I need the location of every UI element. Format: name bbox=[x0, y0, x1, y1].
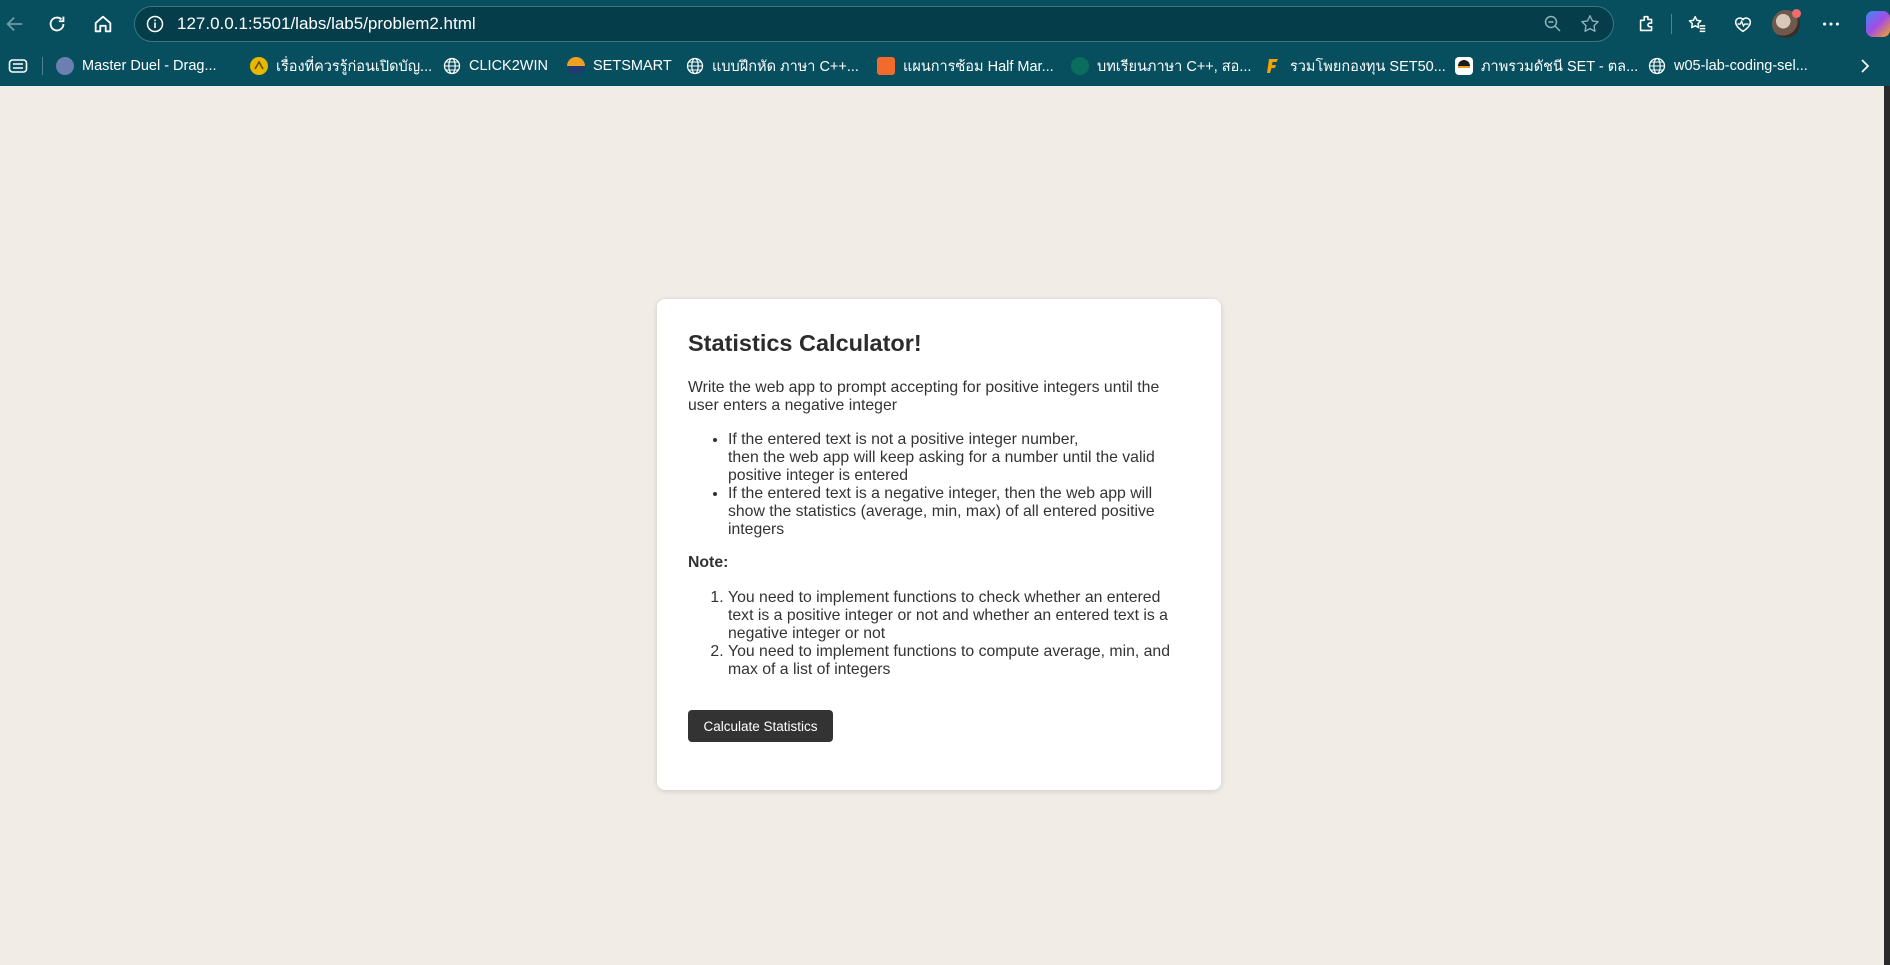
list-item: If the entered text is a negative intege… bbox=[728, 485, 1188, 539]
bookmark-click2win[interactable]: CLICK2WIN bbox=[443, 56, 548, 76]
bookmarks-bar: Master Duel - Drag... เรื่องที่ควรรู้ก่อ… bbox=[0, 48, 1890, 84]
extensions-icon[interactable] bbox=[1632, 9, 1662, 39]
globe-icon bbox=[686, 57, 704, 75]
list-item-text: If the entered text is not a positive in… bbox=[728, 431, 1079, 448]
back-icon[interactable] bbox=[0, 9, 30, 39]
bookmark-label: SETSMART bbox=[593, 58, 672, 74]
bookmark-label: ภาพรวมดัชนี SET - ตล... bbox=[1481, 58, 1639, 75]
bookmark-set50-fund[interactable]: รวมโพยกองทุน SET50... bbox=[1264, 56, 1446, 76]
page-title: Statistics Calculator! bbox=[688, 330, 922, 356]
requirements-list: If the entered text is not a positive in… bbox=[688, 431, 1188, 539]
intro-text: Write the web app to prompt accepting fo… bbox=[688, 379, 1160, 414]
bookmarks-divider bbox=[42, 57, 43, 75]
home-icon[interactable] bbox=[88, 9, 118, 39]
copilot-icon[interactable] bbox=[1866, 11, 1890, 37]
bookmark-label: บทเรียนภาษา C++, สอ... bbox=[1097, 58, 1252, 75]
bookmark-label: รวมโพยกองทุน SET50... bbox=[1290, 58, 1446, 75]
favorite-star-icon[interactable] bbox=[1579, 13, 1601, 35]
browser-toolbar: 127.0.0.1:5501/labs/lab5/problem2.html bbox=[0, 0, 1890, 48]
address-bar[interactable]: 127.0.0.1:5501/labs/lab5/problem2.html bbox=[134, 6, 1614, 42]
bookmark-set-index[interactable]: ภาพรวมดัชนี SET - ตล... bbox=[1455, 56, 1638, 76]
browser-chrome: 127.0.0.1:5501/labs/lab5/problem2.html M… bbox=[0, 0, 1890, 86]
bookmark-label: เรื่องที่ควรรู้ก่อนเปิดบัญ... bbox=[276, 58, 433, 75]
fund-icon bbox=[1264, 57, 1282, 75]
bookmark-setsmart[interactable]: SETSMART bbox=[567, 56, 672, 76]
list-item: You need to implement functions to compu… bbox=[728, 643, 1188, 679]
browser-essentials-icon[interactable] bbox=[1728, 9, 1758, 39]
bookmark-cpp-lessons[interactable]: บทเรียนภาษา C++, สอ... bbox=[1071, 56, 1251, 76]
bookmark-label: แผนการซ้อม Half Mar... bbox=[903, 58, 1054, 75]
favorites-icon[interactable] bbox=[1682, 9, 1712, 39]
bookmark-label: w05-lab-coding-sel... bbox=[1674, 58, 1808, 74]
note-label: Note: bbox=[688, 554, 729, 571]
bookmark-label: Master Duel - Drag... bbox=[82, 58, 217, 74]
more-menu-icon[interactable] bbox=[1816, 9, 1846, 39]
bookmark-w05-lab[interactable]: w05-lab-coding-sel... bbox=[1648, 56, 1808, 76]
url-text[interactable]: 127.0.0.1:5501/labs/lab5/problem2.html bbox=[177, 14, 476, 34]
list-item-text: then the web app will keep asking for a … bbox=[728, 449, 1155, 484]
site-info-icon[interactable] bbox=[145, 14, 165, 34]
notification-dot bbox=[1792, 9, 1801, 18]
run-icon bbox=[877, 57, 895, 75]
bookmark-bank-article[interactable]: เรื่องที่ควรรู้ก่อนเปิดบัญ... bbox=[250, 56, 432, 76]
zoom-icon[interactable] bbox=[1543, 14, 1563, 34]
refresh-icon[interactable] bbox=[42, 9, 72, 39]
globe-icon bbox=[1648, 57, 1666, 75]
chevron-right-icon[interactable] bbox=[1856, 57, 1874, 75]
statistics-card: Statistics Calculator! Write the web app… bbox=[657, 299, 1221, 790]
globe-icon bbox=[443, 57, 461, 75]
tab-actions-icon[interactable] bbox=[8, 57, 28, 75]
list-item: You need to implement functions to check… bbox=[728, 589, 1188, 643]
game-icon bbox=[56, 57, 74, 75]
dot-icon bbox=[1071, 57, 1089, 75]
window-edge bbox=[1884, 86, 1890, 965]
setsmart-icon bbox=[567, 57, 585, 75]
calculate-statistics-button[interactable]: Calculate Statistics bbox=[688, 710, 833, 742]
bookmark-cpp-exercises[interactable]: แบบฝึกหัด ภาษา C++... bbox=[686, 56, 859, 76]
list-item: If the entered text is not a positive in… bbox=[728, 431, 1188, 485]
toolbar-divider bbox=[1671, 14, 1672, 34]
list-item-text: If the entered text is a negative intege… bbox=[728, 485, 1155, 538]
bookmark-label: CLICK2WIN bbox=[469, 58, 548, 74]
bookmark-master-duel[interactable]: Master Duel - Drag... bbox=[56, 56, 217, 76]
bookmark-label: แบบฝึกหัด ภาษา C++... bbox=[712, 58, 859, 75]
notes-list: You need to implement functions to check… bbox=[688, 589, 1188, 679]
bank-icon bbox=[250, 57, 268, 75]
bookmark-half-marathon[interactable]: แผนการซ้อม Half Mar... bbox=[877, 56, 1054, 76]
set-icon bbox=[1455, 57, 1473, 75]
